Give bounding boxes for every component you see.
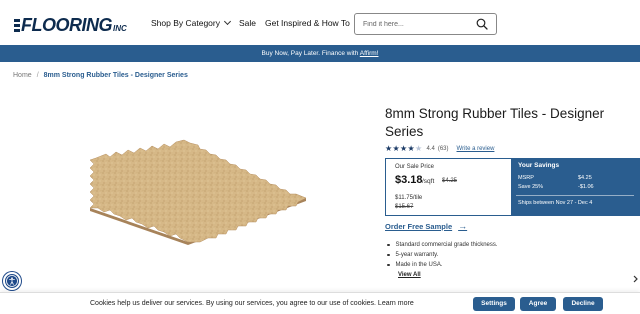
search-box (354, 13, 497, 35)
nav-label: Get Inspired & How To (265, 18, 350, 28)
savings-row-msrp: MSRP $4.25 (518, 175, 618, 181)
star-icon: ★ (400, 144, 408, 153)
cookie-message: Cookies help us deliver our services. By… (90, 300, 414, 307)
sale-price-label: Our Sale Price (395, 164, 435, 170)
star-rating[interactable]: ★ ★ ★ ★ ★ (385, 144, 423, 153)
write-review-link[interactable]: Write a review (457, 146, 495, 152)
savings-box: Your Savings MSRP $4.25 Save 25% -$1.06 … (512, 158, 640, 216)
decline-button[interactable]: Decline (563, 297, 603, 311)
tile-old-price: $15.67 (395, 204, 414, 210)
list-item: Standard commercial grade thickness. (387, 240, 498, 250)
agree-button[interactable]: Agree (520, 297, 556, 311)
half-star-icon: ★ (415, 144, 423, 153)
main-nav: Shop By Category Sale Get Inspired & How… (151, 17, 359, 28)
search-input[interactable] (363, 18, 473, 31)
savings-title: Your Savings (518, 162, 560, 169)
savings-label: Save 25% (518, 184, 544, 190)
sample-label: Order Free Sample (385, 221, 453, 231)
logo-mark-icon (14, 18, 20, 34)
list-item: Made in the USA. (387, 260, 498, 270)
promo-text: Buy Now, Pay Later. Finance with (261, 50, 360, 57)
tile-price: $11.75/tile (395, 195, 423, 201)
star-icon: ★ (392, 144, 400, 153)
star-icon: ★ (385, 144, 393, 153)
site-logo[interactable]: FLOORING INC (14, 14, 127, 34)
breadcrumb: Home / 8mm Strong Rubber Tiles - Designe… (13, 72, 188, 79)
list-item: 5-year warranty. (387, 250, 498, 260)
nav-sale[interactable]: Sale (239, 18, 256, 28)
breadcrumb-current: 8mm Strong Rubber Tiles - Designer Serie… (43, 72, 188, 79)
logo-suffix: INC (113, 24, 127, 33)
savings-row-save: Save 25% -$1.06 (518, 184, 618, 190)
order-free-sample-link[interactable]: Order Free Sample → (385, 221, 467, 231)
nav-shop-by-category[interactable]: Shop By Category (151, 17, 232, 28)
feature-list: Standard commercial grade thickness. 5-y… (387, 240, 498, 270)
breadcrumb-home[interactable]: Home (13, 72, 32, 79)
search-icon[interactable] (476, 18, 488, 30)
star-icon: ★ (407, 144, 415, 153)
accessibility-icon (6, 275, 18, 287)
chevron-right-icon (633, 275, 638, 283)
affirm-link[interactable]: Affirm! (360, 50, 379, 57)
rating-value: 4.4 (426, 145, 435, 152)
rating-count[interactable]: (63) (438, 146, 449, 152)
product-title: 8mm Strong Rubber Tiles - Designer Serie… (385, 106, 605, 139)
arrow-right-icon: → (458, 221, 468, 231)
sale-price: $3.18 (395, 174, 423, 186)
settings-button[interactable]: Settings (473, 297, 515, 311)
savings-label: MSRP (518, 175, 534, 181)
savings-value: $4.25 (578, 175, 592, 181)
price-unit: /sqft (422, 178, 435, 185)
cookie-banner: Cookies help us deliver our services. By… (0, 292, 640, 314)
logo-text: FLOORING (21, 15, 113, 35)
carousel-next-button[interactable] (630, 272, 640, 284)
breadcrumb-separator: / (36, 72, 39, 79)
site-header: FLOORING INC Shop By Category Sale Get I… (0, 0, 640, 46)
nav-label: Shop By Category (151, 18, 220, 28)
nav-label: Sale (238, 18, 256, 28)
accessibility-button[interactable] (3, 272, 21, 290)
promo-banner: Buy Now, Pay Later. Finance with Affirm! (0, 45, 640, 62)
nav-get-inspired[interactable]: Get Inspired & How To (265, 18, 350, 28)
chevron-down-icon (223, 17, 232, 26)
rating-row: ★ ★ ★ ★ ★ 4.4 (63) Write a review (385, 144, 495, 153)
view-all-link[interactable]: View All (398, 272, 421, 278)
savings-value: -$1.06 (578, 184, 594, 190)
shipping-estimate: Ships between Nov 27 - Dec 4 (518, 200, 593, 206)
product-image[interactable] (60, 136, 320, 246)
price-box: Our Sale Price $3.18 /sqft $4.25 $11.75/… (385, 158, 512, 216)
divider (516, 195, 634, 196)
old-price: $4.25 (442, 178, 458, 184)
